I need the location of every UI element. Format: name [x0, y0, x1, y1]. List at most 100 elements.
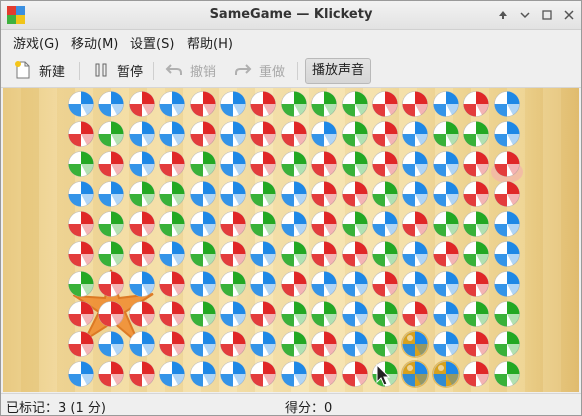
ball-cell[interactable]: [341, 120, 369, 148]
ball-cell[interactable]: [462, 360, 490, 388]
ball-cell[interactable]: [97, 300, 125, 328]
ball-cell[interactable]: [219, 90, 247, 118]
ball-cell[interactable]: [310, 270, 338, 298]
ball-cell[interactable]: [67, 120, 95, 148]
ball-cell[interactable]: [189, 300, 217, 328]
ball-cell[interactable]: [97, 360, 125, 388]
ball-cell[interactable]: [341, 210, 369, 238]
ball-cell[interactable]: [158, 270, 186, 298]
menu-game[interactable]: 游戏(G): [13, 33, 59, 52]
ball-cell[interactable]: [249, 300, 277, 328]
ball-cell[interactable]: [128, 180, 156, 208]
ball-cell[interactable]: [128, 120, 156, 148]
ball-cell[interactable]: [341, 240, 369, 268]
menu-settings[interactable]: 设置(S): [130, 33, 174, 52]
ball-cell[interactable]: [219, 150, 247, 178]
ball-cell[interactable]: [341, 330, 369, 358]
ball-cell[interactable]: [189, 270, 217, 298]
ball-cell[interactable]: [249, 360, 277, 388]
ball-cell-highlighted[interactable]: [401, 330, 430, 358]
ball-cell[interactable]: [371, 330, 399, 358]
ball-cell[interactable]: [280, 210, 308, 238]
ball-cell[interactable]: [493, 240, 521, 268]
ball-cell[interactable]: [432, 330, 460, 358]
ball-cell[interactable]: [280, 150, 308, 178]
ball-cell[interactable]: [189, 120, 217, 148]
ball-cell[interactable]: [97, 240, 125, 268]
ball-cell[interactable]: [97, 150, 125, 178]
ball-cell[interactable]: [158, 180, 186, 208]
ball-cell[interactable]: [249, 120, 277, 148]
ball-cell[interactable]: [371, 90, 399, 118]
ball-cell[interactable]: [249, 210, 277, 238]
ball-cell[interactable]: [280, 360, 308, 388]
redo-button[interactable]: 重做: [233, 58, 285, 82]
ball-cell[interactable]: [462, 270, 490, 298]
ball-cell[interactable]: [219, 360, 247, 388]
ball-cell[interactable]: [462, 330, 490, 358]
ball-cell[interactable]: [371, 180, 399, 208]
ball-cell[interactable]: [67, 360, 95, 388]
keep-above-button[interactable]: [495, 7, 511, 23]
ball-cell[interactable]: [280, 300, 308, 328]
ball-cell[interactable]: [97, 270, 125, 298]
ball-cell[interactable]: [493, 90, 521, 118]
ball-cell[interactable]: [189, 150, 217, 178]
ball-cell[interactable]: [493, 150, 521, 178]
ball-cell[interactable]: [189, 240, 217, 268]
ball-cell[interactable]: [432, 240, 460, 268]
ball-cell[interactable]: [158, 360, 186, 388]
pause-button[interactable]: 暂停: [91, 58, 143, 82]
ball-cell[interactable]: [310, 240, 338, 268]
ball-cell[interactable]: [280, 120, 308, 148]
maximize-button[interactable]: [539, 7, 555, 23]
ball-cell[interactable]: [97, 120, 125, 148]
ball-cell[interactable]: [219, 210, 247, 238]
ball-cell[interactable]: [341, 180, 369, 208]
ball-cell[interactable]: [401, 210, 429, 238]
ball-cell[interactable]: [189, 210, 217, 238]
ball-cell[interactable]: [189, 180, 217, 208]
ball-cell[interactable]: [189, 330, 217, 358]
ball-cell[interactable]: [128, 210, 156, 238]
ball-cell[interactable]: [310, 360, 338, 388]
ball-cell[interactable]: [310, 180, 338, 208]
ball-grid[interactable]: [67, 88, 523, 392]
ball-cell[interactable]: [371, 270, 399, 298]
ball-cell[interactable]: [462, 180, 490, 208]
ball-cell[interactable]: [401, 150, 429, 178]
ball-cell[interactable]: [67, 180, 95, 208]
ball-cell[interactable]: [401, 270, 429, 298]
minimize-button[interactable]: [517, 7, 533, 23]
ball-cell[interactable]: [67, 240, 95, 268]
ball-cell[interactable]: [432, 150, 460, 178]
ball-cell[interactable]: [310, 300, 338, 328]
ball-cell[interactable]: [158, 240, 186, 268]
ball-cell[interactable]: [493, 360, 521, 388]
menu-move[interactable]: 移动(M): [71, 33, 118, 52]
ball-cell[interactable]: [158, 330, 186, 358]
ball-cell[interactable]: [67, 330, 95, 358]
close-button[interactable]: [561, 7, 577, 23]
undo-button[interactable]: 撤销: [164, 58, 216, 82]
ball-cell[interactable]: [128, 150, 156, 178]
ball-cell[interactable]: [158, 210, 186, 238]
ball-cell[interactable]: [371, 300, 399, 328]
ball-cell[interactable]: [462, 90, 490, 118]
ball-cell[interactable]: [249, 330, 277, 358]
ball-cell[interactable]: [280, 180, 308, 208]
ball-cell[interactable]: [249, 150, 277, 178]
ball-cell[interactable]: [462, 150, 490, 178]
ball-cell-highlighted[interactable]: [401, 360, 430, 388]
ball-cell[interactable]: [219, 270, 247, 298]
ball-cell[interactable]: [280, 90, 308, 118]
ball-cell[interactable]: [341, 150, 369, 178]
ball-cell[interactable]: [67, 210, 95, 238]
ball-cell[interactable]: [97, 210, 125, 238]
ball-cell[interactable]: [341, 270, 369, 298]
ball-cell[interactable]: [462, 240, 490, 268]
ball-cell[interactable]: [280, 270, 308, 298]
ball-cell[interactable]: [493, 210, 521, 238]
game-board[interactable]: [3, 88, 579, 392]
ball-cell[interactable]: [67, 300, 95, 328]
